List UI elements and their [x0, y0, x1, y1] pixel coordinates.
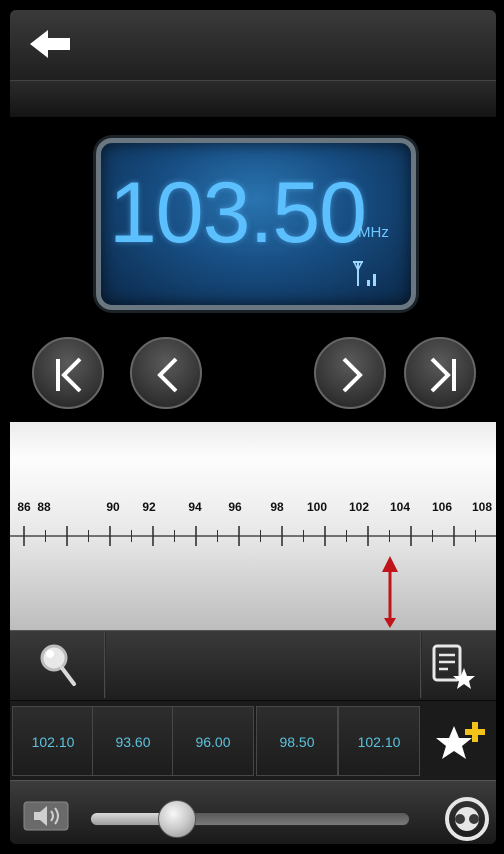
favorites-list-button[interactable] — [426, 642, 482, 690]
audio-output-button[interactable] — [444, 796, 490, 842]
add-favorite-button[interactable] — [432, 718, 490, 768]
favorites-list-icon — [432, 644, 475, 689]
preset-button[interactable]: 96.00 — [172, 706, 254, 776]
scale-label-90: 90 — [106, 500, 120, 514]
skip-to-end-button[interactable] — [404, 337, 476, 409]
header-strip — [10, 80, 496, 118]
top-bar — [10, 10, 496, 80]
scale-ticks — [10, 526, 496, 546]
search-button[interactable] — [36, 640, 80, 690]
chevron-left-icon — [157, 357, 178, 393]
tune-up-button[interactable] — [314, 337, 386, 409]
scale-label-100: 100 — [306, 500, 328, 514]
frequency-readout: 103.50 — [108, 165, 367, 261]
tuner-marker[interactable] — [382, 556, 398, 628]
preset-button[interactable]: 98.50 — [256, 706, 338, 776]
scale-label-106: 106 — [431, 500, 453, 514]
speaker-icon — [23, 801, 69, 831]
scale-label-104: 104 — [389, 500, 411, 514]
tools-bar — [10, 630, 496, 700]
add-favorite-icon — [436, 722, 485, 759]
scale-label-98: 98 — [270, 500, 284, 514]
tuner-scale-ticks — [10, 526, 496, 628]
tune-down-button[interactable] — [130, 337, 202, 409]
preset-button[interactable]: 93.60 — [92, 706, 174, 776]
chevron-right-icon — [342, 357, 363, 393]
signal-strength-icon — [352, 258, 392, 290]
mute-button[interactable] — [22, 800, 70, 832]
scale-label-96: 96 — [228, 500, 242, 514]
preset-button[interactable]: 102.10 — [12, 706, 94, 776]
search-icon — [40, 644, 76, 686]
skip-to-start-icon — [56, 357, 82, 393]
audio-output-icon — [445, 797, 489, 841]
scale-label-102: 102 — [348, 500, 370, 514]
skip-to-start-button[interactable] — [32, 337, 104, 409]
scale-label-108: 108 — [471, 500, 493, 514]
divider — [104, 632, 106, 698]
scale-label-92: 92 — [142, 500, 156, 514]
frequency-unit: MHz — [358, 224, 389, 241]
skip-to-end-icon — [430, 357, 456, 393]
preset-button[interactable]: 102.10 — [338, 706, 420, 776]
back-arrow-icon — [30, 30, 70, 58]
scale-label-88: 88 — [37, 500, 51, 514]
divider — [420, 632, 422, 698]
back-button[interactable] — [22, 22, 78, 66]
scale-label-94: 94 — [188, 500, 202, 514]
volume-slider-thumb[interactable] — [158, 800, 196, 838]
